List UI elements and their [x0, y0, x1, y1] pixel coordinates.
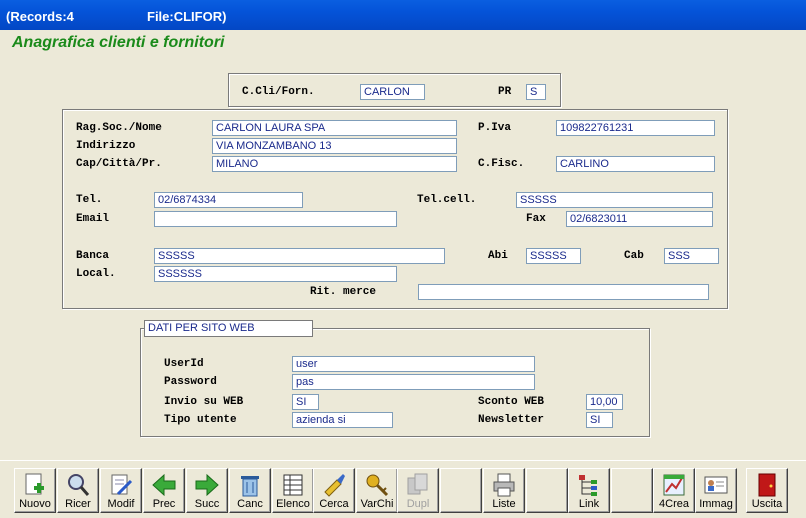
- tipo-label: Tipo utente: [164, 414, 237, 426]
- telcell-label: Tel.cell.: [417, 194, 477, 206]
- local-label: Local.: [76, 268, 116, 280]
- file-name: File:CLIFOR): [147, 9, 227, 24]
- new-document-icon: [25, 473, 44, 495]
- email-label: Email: [76, 213, 110, 225]
- empty-button-3[interactable]: [611, 468, 653, 513]
- succ-button[interactable]: Succ: [186, 468, 228, 513]
- edit-document-icon: [111, 474, 133, 496]
- tipo-field[interactable]: azienda si: [292, 412, 393, 428]
- canc-button[interactable]: Canc: [229, 468, 271, 513]
- ricer-button[interactable]: Ricer: [57, 468, 99, 513]
- abi-field[interactable]: SSSSS: [526, 248, 581, 264]
- email-field[interactable]: [154, 211, 397, 227]
- code-label: C.Cli/Forn.: [242, 86, 315, 98]
- elenco-button[interactable]: Elenco: [272, 468, 314, 513]
- toolbar: Nuovo Ricer Modif Prec Succ Canc Elenco …: [0, 460, 806, 518]
- varchi-button[interactable]: VarChi: [356, 468, 398, 513]
- exit-door-icon: [758, 473, 776, 497]
- sconto-label: Sconto WEB: [478, 396, 545, 408]
- web-group-title: DATI PER SITO WEB: [144, 320, 313, 337]
- tel-label: Tel.: [76, 194, 103, 206]
- password-label: Password: [164, 376, 217, 388]
- liste-button[interactable]: Liste: [483, 468, 525, 513]
- newsletter-label: Newsletter: [478, 414, 545, 426]
- magnifier-icon: [68, 474, 90, 496]
- dupl-button[interactable]: Dupl: [397, 468, 439, 513]
- ragsoc-field[interactable]: CARLON LAURA SPA: [212, 120, 457, 136]
- piva-field[interactable]: 109822761231: [556, 120, 715, 136]
- duplicate-icon: [407, 473, 428, 495]
- userid-field[interactable]: user: [292, 356, 535, 372]
- flashlight-icon: [324, 474, 345, 497]
- key-icon: [366, 474, 389, 497]
- piva-label: P.Iva: [478, 122, 512, 134]
- list-icon: [283, 474, 303, 496]
- cfisc-field[interactable]: CARLINO: [556, 156, 715, 172]
- invio-field[interactable]: SI: [292, 394, 319, 410]
- uscita-button[interactable]: Uscita: [746, 468, 788, 513]
- pr-field[interactable]: S: [526, 84, 546, 100]
- cerca-button[interactable]: Cerca: [313, 468, 355, 513]
- banca-label: Banca: [76, 250, 110, 262]
- userid-label: UserId: [164, 358, 204, 370]
- ragsoc-label: Rag.Soc./Nome: [76, 122, 162, 134]
- chart-icon: [663, 474, 685, 496]
- link-button[interactable]: Link: [568, 468, 610, 513]
- sconto-field[interactable]: 10,00: [586, 394, 623, 410]
- abi-label: Abi: [488, 250, 508, 262]
- cfisc-label: C.Fisc.: [478, 158, 525, 170]
- modif-button[interactable]: Modif: [100, 468, 142, 513]
- indirizzo-field[interactable]: VIA MONZAMBANO 13: [212, 138, 457, 154]
- crea-button[interactable]: 4Crea: [653, 468, 695, 513]
- arrow-right-icon: [195, 473, 219, 497]
- trash-icon: [241, 476, 259, 497]
- immag-button[interactable]: Immag: [695, 468, 737, 513]
- empty-button-1[interactable]: [440, 468, 482, 513]
- cap-field[interactable]: MILANO: [212, 156, 457, 172]
- arrow-left-icon: [152, 473, 176, 497]
- code-field[interactable]: CARLON: [360, 84, 425, 100]
- local-field[interactable]: SSSSSS: [154, 266, 397, 282]
- rit-merce-field[interactable]: [418, 284, 709, 300]
- fax-field[interactable]: 02/6823011: [566, 211, 713, 227]
- nuovo-button[interactable]: Nuovo: [14, 468, 56, 513]
- fax-label: Fax: [526, 213, 546, 225]
- records-count: (Records:4: [6, 9, 74, 24]
- banca-field[interactable]: SSSSS: [154, 248, 445, 264]
- printer-icon: [493, 473, 515, 497]
- prec-button[interactable]: Prec: [143, 468, 185, 513]
- title-bar: (Records:4 File:CLIFOR): [0, 0, 806, 30]
- page-title: Anagrafica clienti e fornitori: [12, 34, 225, 51]
- pr-label: PR: [498, 86, 512, 98]
- indirizzo-label: Indirizzo: [76, 140, 136, 152]
- telcell-field[interactable]: SSSSS: [516, 192, 713, 208]
- cap-label: Cap/Città/Pr.: [76, 158, 162, 170]
- newsletter-field[interactable]: SI: [586, 412, 613, 428]
- invio-label: Invio su WEB: [164, 396, 244, 408]
- empty-button-2[interactable]: [526, 468, 568, 513]
- id-card-icon: [704, 476, 728, 494]
- tree-icon: [579, 475, 597, 496]
- cab-field[interactable]: SSS: [664, 248, 719, 264]
- cab-label: Cab: [624, 250, 644, 262]
- password-field[interactable]: pas: [292, 374, 535, 390]
- tel-field[interactable]: 02/6874334: [154, 192, 303, 208]
- rit-merce-label: Rit. merce: [310, 286, 377, 298]
